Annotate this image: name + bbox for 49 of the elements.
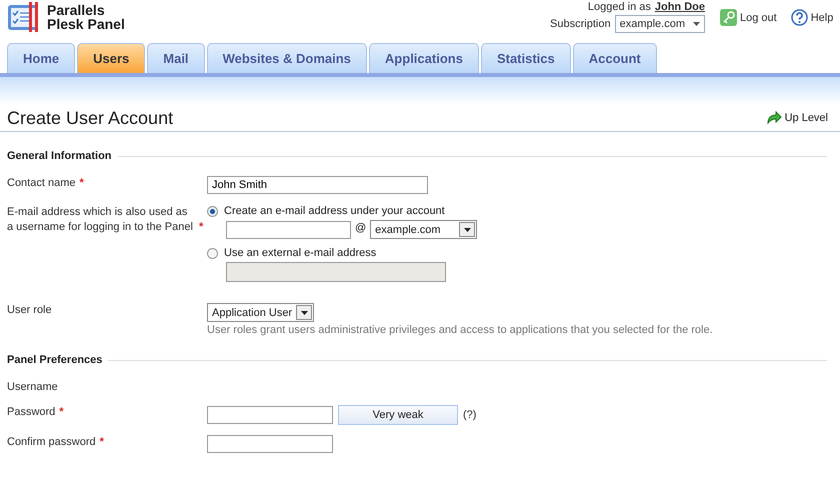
field-label: Username [7,380,58,395]
radio-button[interactable] [207,206,218,216]
subscription-select[interactable]: example.com [614,15,705,33]
section-title: Panel Preferences [7,354,102,366]
up-level-link[interactable]: Up Level [766,111,828,125]
nav-tab[interactable]: Users [77,43,146,73]
radio-label: Create an e-mail address under your account [224,205,445,217]
dropdown-icon [459,222,476,237]
email-name-field[interactable] [226,220,351,238]
product-name: Parallels Plesk Panel [47,3,125,32]
field-label: User role [7,303,52,318]
help-link[interactable]: (?) [463,409,476,421]
section-title: General Information [7,150,112,162]
help-link[interactable]: Help [790,9,834,26]
user-link[interactable]: John Doe [654,1,705,13]
key-icon [720,9,737,26]
caret-icon [693,22,700,26]
field-label: Contact name [7,176,76,191]
field-label: Confirm password [7,435,96,450]
nav-tab[interactable]: Statistics [480,43,571,73]
logged-in-label: Logged in as [588,1,651,13]
domain-select[interactable]: example.com [370,220,478,239]
page-title: Create User Account [7,108,174,128]
nav-tab[interactable]: Mail [147,43,205,73]
field-label: Password [7,405,56,420]
up-arrow-icon [766,111,782,125]
nav-tab[interactable]: Home [7,43,76,73]
radio-button[interactable] [207,248,218,258]
hint-text: User roles grant users administrative privileges and access to applications that you selected for the role. [207,324,714,336]
dropdown-icon [296,305,312,320]
nav-tab[interactable]: Websites & Domains [206,43,367,73]
required-mark: * [79,176,84,191]
input-field[interactable]: John Smith [207,176,428,194]
password-field[interactable] [207,406,333,424]
help-icon [790,9,808,26]
radio-label: Use an external e-mail address [224,247,376,259]
role-select[interactable]: Application User [207,303,314,322]
required-mark: * [199,220,204,235]
nav-tab[interactable]: Applications [368,43,479,73]
strength-meter: Very weak [338,405,458,425]
at-sign: @ [355,222,366,234]
required-mark: * [100,435,104,450]
input-field[interactable] [207,435,333,453]
required-mark: * [59,405,64,420]
nav-tab[interactable]: Account [572,43,657,73]
subscription-label: Subscription [550,18,611,30]
field-label: E-mail address which is also used as a username for logging in to the Panel [7,205,193,235]
logout-link[interactable]: Log out [720,9,777,26]
logo-icon [7,2,41,32]
